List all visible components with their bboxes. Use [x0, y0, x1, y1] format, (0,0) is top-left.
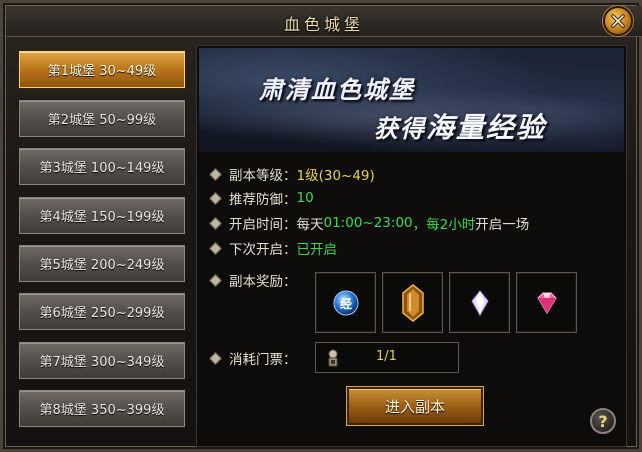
tier-button-5[interactable]: 第5城堡 200~249级: [19, 245, 185, 282]
reward-slot-exp[interactable]: 经: [315, 272, 376, 333]
exp-orb-glyph: 经: [339, 296, 351, 311]
time-range: 01:00~23:00: [323, 215, 413, 231]
enter-dungeon-button[interactable]: 进入副本: [347, 387, 483, 425]
amber-crystal-icon: [401, 283, 424, 322]
bullet-icon: [209, 191, 222, 205]
tier-button-4[interactable]: 第4城堡 150~199级: [19, 197, 185, 234]
time-interval: 每2小时: [426, 217, 476, 233]
banner-line-2-a: 获得: [374, 115, 426, 143]
tier-label: 第4城堡 150~199级: [39, 210, 165, 225]
bullet-icon: [209, 351, 222, 365]
tier-label: 第8城堡 350~399级: [39, 403, 165, 418]
close-button[interactable]: [603, 6, 633, 36]
blood-castle-window: 血色城堡 第1城堡 30~49级 第2城堡 50~99级 第3城堡 100~14…: [0, 0, 642, 452]
window-title: 血色城堡: [283, 15, 364, 34]
tier-button-6[interactable]: 第6城堡 250~299级: [19, 293, 185, 330]
bullet-icon: [209, 273, 222, 287]
time-suffix: 开启一场: [475, 217, 530, 233]
info-row-reward: 副本奖励：: [209, 270, 297, 290]
tier-label: 第6城堡 250~299级: [39, 306, 165, 321]
tier-button-2[interactable]: 第2城堡 50~99级: [19, 100, 185, 137]
castle-tier-list: 第1城堡 30~49级 第2城堡 50~99级 第3城堡 100~149级 第4…: [13, 45, 189, 447]
reward-slot-pink-gem[interactable]: [516, 272, 577, 333]
reward-slot-crystal[interactable]: [382, 272, 443, 333]
time-separator: ，: [412, 217, 427, 233]
tier-label: 第5城堡 200~249级: [39, 258, 165, 273]
info-row-ticket: 消耗门票：: [209, 348, 297, 368]
banner-line-2-b: 海量经验: [426, 111, 547, 144]
banner-line-1: 肃清血色城堡: [259, 76, 415, 104]
bullet-icon: [209, 216, 222, 230]
tier-button-8[interactable]: 第8城堡 350~399级: [19, 390, 185, 427]
defense-value: 10: [296, 190, 314, 206]
next-label: 下次开启：: [229, 242, 297, 258]
tier-button-3[interactable]: 第3城堡 100~149级: [19, 148, 185, 185]
banner-line-2: 获得海量经验: [374, 106, 546, 146]
info-row-defense: 推荐防御： 10: [209, 188, 314, 208]
info-row-level: 副本等级： 1级(30~49): [209, 164, 375, 184]
next-value: 已开启: [296, 242, 338, 258]
bullet-icon: [209, 167, 222, 181]
time-prefix: 每天: [296, 217, 324, 233]
defense-label: 推荐防御：: [229, 192, 297, 208]
dungeon-detail-panel: 肃清血色城堡 获得海量经验 副本等级： 1级(30~49) 推荐防御： 10 开…: [196, 45, 627, 447]
level-value: 1级(30~49): [296, 168, 375, 184]
info-row-time: 开启时间： 每天 01:00~23:00 ， 每2小时 开启一场: [209, 213, 530, 233]
time-label: 开启时间：: [229, 217, 297, 233]
pink-gem-icon: [536, 292, 557, 314]
help-icon: ?: [598, 411, 608, 431]
tier-label: 第7城堡 300~349级: [39, 355, 165, 370]
ticket-cost-box: 1/1: [315, 342, 459, 373]
info-row-next: 下次开启： 已开启: [209, 238, 338, 258]
reward-slot-white-gem[interactable]: [449, 272, 510, 333]
help-button[interactable]: ?: [590, 408, 616, 434]
tier-button-1[interactable]: 第1城堡 30~49级: [19, 51, 185, 88]
tier-label: 第1城堡 30~49级: [47, 64, 157, 79]
tier-label: 第2城堡 50~99级: [47, 113, 157, 128]
ticket-icon: [328, 349, 338, 367]
title-bar: 血色城堡: [6, 6, 642, 37]
white-gem-icon: [470, 289, 489, 316]
close-icon: [611, 14, 625, 28]
dungeon-banner: 肃清血色城堡 获得海量经验: [199, 48, 624, 152]
reward-label: 副本奖励：: [229, 274, 297, 290]
bullet-icon: [209, 241, 222, 255]
tier-label: 第3城堡 100~149级: [39, 161, 165, 176]
exp-orb-icon: 经: [333, 290, 358, 315]
level-label: 副本等级：: [229, 168, 297, 184]
ticket-label: 消耗门票：: [229, 352, 297, 368]
tier-button-7[interactable]: 第7城堡 300~349级: [19, 342, 185, 379]
ticket-count: 1/1: [376, 349, 397, 364]
